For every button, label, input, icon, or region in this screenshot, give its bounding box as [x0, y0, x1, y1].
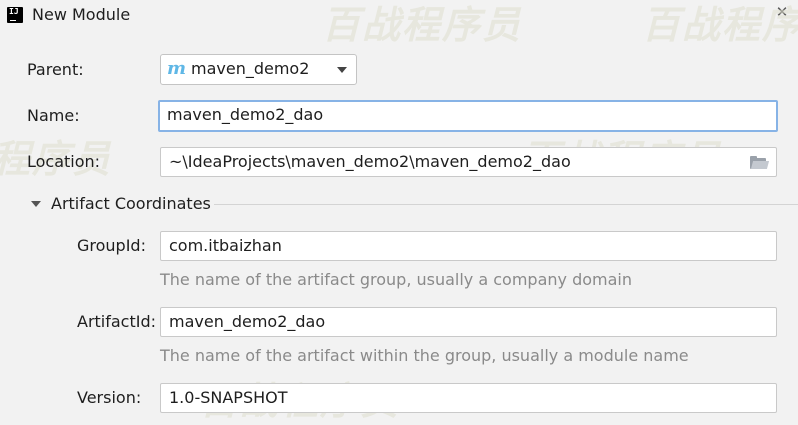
- name-label: Name:: [27, 106, 80, 125]
- parent-label: Parent:: [27, 60, 84, 79]
- close-icon[interactable]: ✕: [774, 4, 790, 20]
- artifactid-input[interactable]: maven_demo2_dao: [160, 307, 777, 337]
- location-value: ~\IdeaProjects\maven_demo2\maven_demo2_d…: [169, 152, 571, 171]
- chevron-down-icon: [337, 67, 347, 73]
- parent-select[interactable]: m maven_demo2: [160, 54, 357, 85]
- groupid-hint: The name of the artifact group, usually …: [160, 270, 632, 289]
- triangle-down-icon[interactable]: [31, 201, 41, 207]
- artifact-section-title[interactable]: Artifact Coordinates: [51, 194, 211, 214]
- parent-value: maven_demo2: [191, 59, 310, 78]
- app-icon-glyph: IJ: [9, 7, 19, 16]
- name-input[interactable]: maven_demo2_dao: [158, 100, 778, 132]
- intellij-icon: IJ: [7, 7, 23, 23]
- location-label: Location:: [27, 152, 101, 171]
- groupid-input[interactable]: com.itbaizhan: [160, 231, 777, 261]
- folder-icon-front: [750, 161, 770, 169]
- version-label: Version:: [77, 388, 142, 407]
- section-divider: [214, 204, 798, 205]
- maven-icon: m: [167, 58, 187, 79]
- title-bar: IJ New Module ✕: [0, 0, 798, 32]
- version-input[interactable]: 1.0-SNAPSHOT: [160, 383, 777, 413]
- folder-icon[interactable]: [750, 156, 770, 169]
- location-input[interactable]: ~\IdeaProjects\maven_demo2\maven_demo2_d…: [160, 147, 777, 177]
- artifactid-label: ArtifactId:: [77, 312, 157, 331]
- groupid-label: GroupId:: [77, 236, 146, 255]
- app-icon-bar: [10, 20, 16, 21]
- dialog-title: New Module: [32, 5, 131, 24]
- artifactid-hint: The name of the artifact within the grou…: [160, 346, 689, 365]
